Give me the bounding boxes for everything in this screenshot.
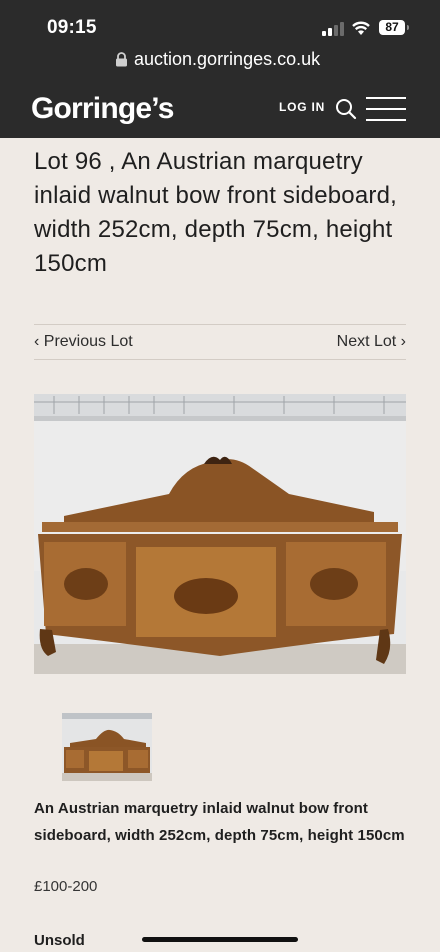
lot-main-image[interactable] [34,394,406,674]
hamburger-menu-icon[interactable] [366,97,406,121]
lot-description: An Austrian marquetry inlaid walnut bow … [34,800,405,844]
login-link[interactable]: LOG IN [279,100,325,114]
wifi-icon [352,21,370,35]
browser-url-bar[interactable]: auction.gorringes.co.uk [0,44,440,76]
status-bar: 09:15 87 [0,0,440,44]
gorringes-logo[interactable]: Gorringe’s [31,92,174,126]
cellular-signal-icon [322,22,344,36]
lot-status: Unsold [34,932,85,949]
url-text[interactable]: auction.gorringes.co.uk [134,49,320,70]
battery-level: 87 [385,20,399,34]
home-indicator[interactable] [142,937,298,942]
sideboard-photo [34,394,406,674]
divider [34,359,406,360]
next-lot-link[interactable]: Next Lot › [337,333,406,351]
lot-thumbnail[interactable] [62,713,152,781]
sideboard-thumbnail-photo [62,713,152,781]
lot-title: Lot 96 , An Austrian marquetry inlaid wa… [34,148,398,277]
lock-icon [116,52,127,67]
battery-icon: 87 [379,20,409,35]
previous-lot-link[interactable]: ‹ Previous Lot [34,333,133,351]
lot-estimate: £100-200 [34,878,98,895]
divider [34,324,406,325]
status-time: 09:15 [47,17,97,38]
search-icon[interactable] [335,98,357,120]
site-header: Gorringe’s LOG IN [0,76,440,138]
